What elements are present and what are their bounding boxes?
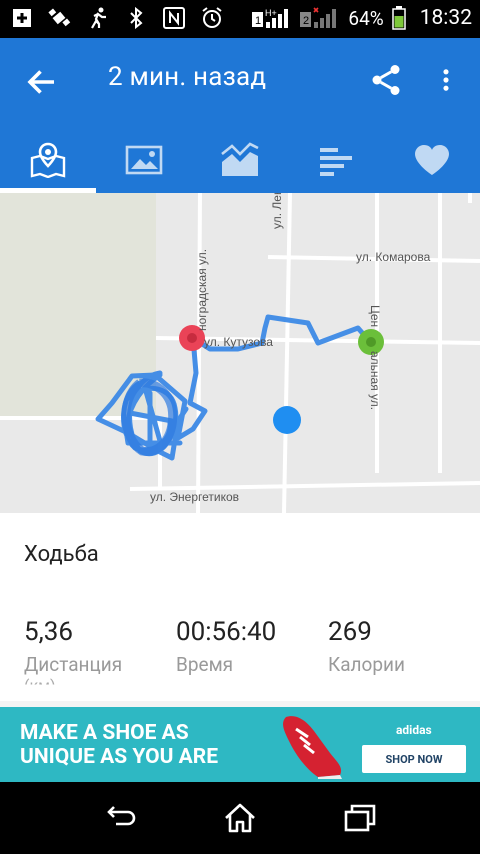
battery-percent: 64% (348, 6, 384, 30)
battery-icon (391, 6, 406, 30)
ad-headline-2: UNIQUE AS YOU ARE (20, 745, 219, 769)
distance-unit-cut: (км) (24, 676, 56, 695)
nfc-icon (163, 7, 185, 29)
ad-brand: adidas (396, 723, 432, 737)
status-icons-right: 1 H+ 2 64% 18:32 (252, 6, 472, 30)
status-bar: 1 H+ 2 64% 18:32 (0, 0, 480, 38)
app-bar: 2 мин. назад (0, 38, 480, 193)
route-map[interactable]: ул. Комарова ул. Кутузова ул. Энергетико… (0, 193, 480, 513)
street-kutuzova: ул. Кутузова (204, 335, 273, 349)
workout-summary-card: Ходьба 5,36 Дистанция 00:56:40 Время 269… (0, 513, 480, 701)
shoe-image-icon (283, 716, 342, 779)
tab-heart[interactable] (384, 126, 480, 193)
current-location-marker (273, 406, 301, 434)
bluetooth-icon (130, 6, 143, 30)
street-lenina: ул. Ленина (270, 193, 284, 229)
splits-icon (320, 147, 352, 176)
distance-value: 5,36 (24, 617, 73, 647)
street-energetikov: ул. Энергетиков (150, 490, 240, 504)
tab-chart[interactable] (192, 126, 288, 193)
ad-banner[interactable]: MAKE A SHOE AS UNIQUE AS YOU ARE adidas … (0, 707, 480, 782)
photo-icon (125, 145, 163, 174)
page-title: 2 мин. назад (108, 62, 267, 92)
nav-back-icon[interactable] (102, 800, 138, 836)
clock: 18:32 (419, 6, 472, 30)
stat-distance: 5,36 Дистанция (24, 617, 122, 676)
ad-headline-1: MAKE A SHOE AS (20, 721, 189, 745)
distance-label: Дистанция (24, 653, 123, 676)
svg-text:2: 2 (303, 15, 309, 27)
running-icon (91, 7, 106, 29)
nav-recents-icon[interactable] (342, 800, 378, 836)
nav-home-icon[interactable] (222, 800, 258, 836)
stat-time: 00:56:40 Время (176, 617, 276, 676)
more-options-icon[interactable] (432, 62, 460, 98)
satellite-icon (48, 8, 71, 27)
street-komarova: ул. Комарова (356, 250, 431, 264)
chart-icon (221, 141, 259, 176)
tab-photos[interactable] (96, 126, 192, 193)
map-icon (30, 142, 66, 178)
back-arrow-icon[interactable] (24, 64, 60, 100)
calories-label: Калории (328, 653, 405, 676)
street-tsentralnaya-top: Цен (368, 305, 382, 328)
calories-value: 269 (328, 617, 372, 647)
svg-text:H+: H+ (265, 8, 277, 18)
sim2-signal-icon: 2 (300, 7, 337, 28)
status-icons-left (10, 6, 224, 30)
tab-bar (0, 126, 480, 193)
street-vinogradskaya: ноградская ул. (195, 248, 209, 331)
system-nav-bar (0, 782, 480, 854)
heart-icon (415, 144, 449, 175)
alarm-icon (202, 7, 222, 28)
stat-calories: 269 Калории (328, 617, 405, 676)
tab-splits[interactable] (288, 126, 384, 193)
street-tsentralnaya-bottom: альная ул. (368, 351, 382, 411)
svg-text:1: 1 (255, 15, 261, 27)
tab-map[interactable] (0, 126, 96, 193)
sim1-signal-icon: 1 H+ (252, 8, 289, 28)
map-canvas (0, 193, 480, 513)
add-icon (13, 9, 31, 27)
activity-type: Ходьба (24, 542, 99, 567)
time-label: Время (176, 653, 234, 676)
share-icon[interactable] (368, 62, 404, 98)
shop-now-button[interactable]: SHOP NOW (362, 745, 466, 773)
time-value: 00:56:40 (176, 617, 277, 647)
